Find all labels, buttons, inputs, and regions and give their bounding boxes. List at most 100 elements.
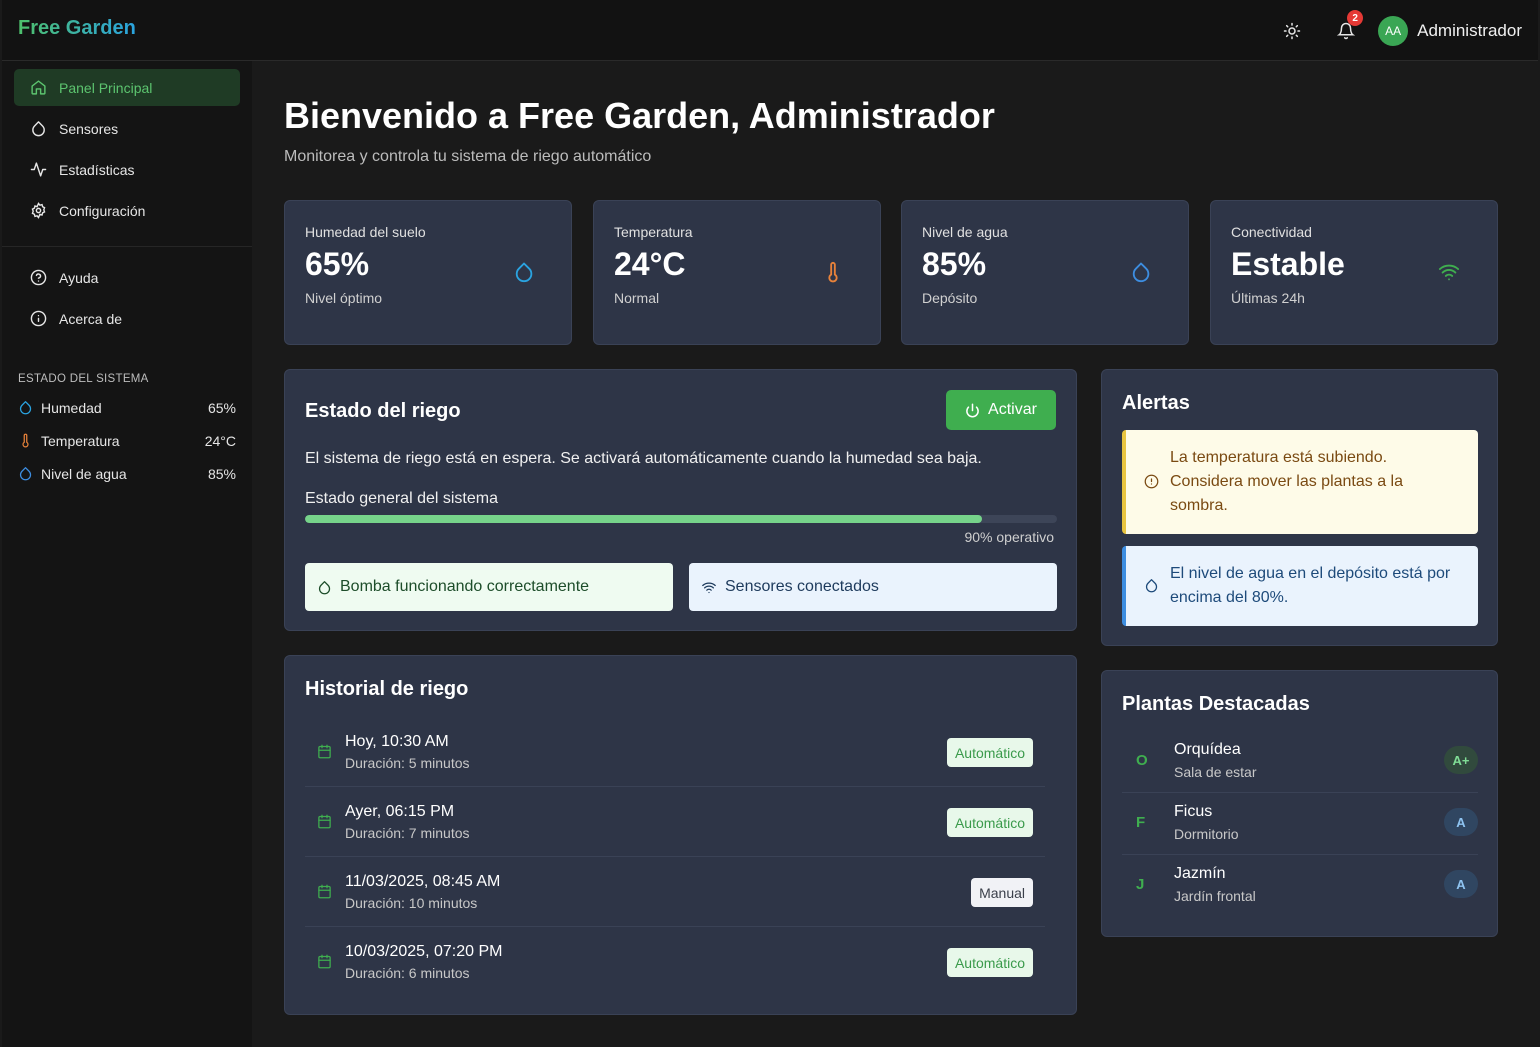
droplet-icon bbox=[318, 580, 331, 594]
sidebar-item-label: Ayuda bbox=[59, 269, 99, 286]
sidebar-item-label: Panel Principal bbox=[59, 79, 153, 96]
sidebar-item-label: Acerca de bbox=[59, 310, 123, 327]
history-date: Ayer, 06:15 PM bbox=[345, 803, 455, 820]
alerts-panel: Alertas La temperatura está subiendo. Co… bbox=[1101, 369, 1498, 646]
calendar-icon bbox=[318, 814, 331, 829]
mode-badge: Automático bbox=[946, 738, 1033, 767]
irrigation-history-panel: Historial de riego Hoy, 10:30 AM Duració… bbox=[284, 655, 1077, 1015]
droplet-icon bbox=[32, 121, 45, 137]
list-item[interactable]: O Orquídea Sala de estar A+ bbox=[1122, 731, 1478, 793]
history-date: Hoy, 10:30 AM bbox=[345, 733, 449, 750]
plant-name: Ficus bbox=[1174, 803, 1213, 820]
thermometer-icon bbox=[828, 261, 838, 283]
sidebar-nav: Panel Principal Sensores Estadísticas Co… bbox=[2, 61, 252, 241]
calendar-icon bbox=[318, 744, 331, 759]
brand-logo[interactable]: Free Garden bbox=[18, 17, 136, 40]
droplet-icon bbox=[515, 262, 533, 283]
sensors-status: Sensores conectados bbox=[689, 563, 1057, 611]
stat-label: Temperatura bbox=[614, 224, 693, 240]
gear-icon bbox=[31, 202, 46, 219]
mode-badge: Automático bbox=[946, 948, 1033, 977]
list-item[interactable]: J Jazmín Jardín frontal A bbox=[1122, 855, 1478, 917]
list-item[interactable]: F Ficus Dormitorio A bbox=[1122, 793, 1478, 855]
top-bar: Free Garden 2 AA Administrador bbox=[2, 0, 1538, 61]
stat-label: Nivel de agua bbox=[922, 224, 1008, 240]
sidebar-item-label: Configuración bbox=[59, 202, 146, 219]
alert-warning: La temperatura está subiendo. Considera … bbox=[1122, 430, 1478, 534]
stat-value: 65% bbox=[305, 246, 370, 282]
sidebar-item-panel-principal[interactable]: Panel Principal bbox=[14, 69, 240, 106]
system-status-label: Temperatura bbox=[41, 432, 120, 449]
page-title: Bienvenido a Free Garden, Administrador bbox=[284, 95, 995, 136]
alert-text: La temperatura está subiendo. Considera … bbox=[1170, 449, 1404, 514]
stat-card-nivel-agua: Nivel de agua 85% Depósito bbox=[901, 200, 1189, 345]
table-row[interactable]: Ayer, 06:15 PM Duración: 7 minutos Autom… bbox=[305, 788, 1045, 857]
stat-sub: Últimas 24h bbox=[1231, 290, 1305, 306]
stat-value: 85% bbox=[922, 246, 987, 282]
plant-grade-badge: A bbox=[1444, 808, 1478, 836]
home-icon bbox=[31, 80, 46, 95]
calendar-icon bbox=[318, 884, 331, 899]
notification-count-badge: 2 bbox=[1347, 10, 1364, 26]
plant-location: Dormitorio bbox=[1174, 826, 1239, 842]
mode-badge: Automático bbox=[946, 808, 1033, 837]
featured-plants-panel: Plantas Destacadas O Orquídea Sala de es… bbox=[1101, 670, 1498, 937]
sidebar-item-configuracion[interactable]: Configuración bbox=[14, 192, 240, 229]
system-status-list: Humedad 65% Temperatura 24°C Nivel de ag… bbox=[2, 391, 252, 490]
wifi-icon bbox=[702, 581, 716, 593]
page-subtitle: Monitorea y controla tu sistema de riego… bbox=[284, 148, 652, 165]
history-duration: Duración: 10 minutos bbox=[345, 895, 478, 911]
sidebar-divider bbox=[2, 246, 252, 247]
sidebar-item-label: Estadísticas bbox=[59, 161, 135, 178]
stat-label: Humedad del suelo bbox=[305, 224, 426, 240]
droplet-icon bbox=[1132, 262, 1150, 283]
table-row[interactable]: 11/03/2025, 08:45 AM Duración: 10 minuto… bbox=[305, 858, 1045, 927]
user-menu[interactable]: AA Administrador bbox=[1378, 16, 1522, 46]
history-date: 11/03/2025, 08:45 AM bbox=[345, 873, 501, 890]
history-duration: Duración: 5 minutos bbox=[345, 755, 470, 771]
plant-location: Jardín frontal bbox=[1174, 888, 1256, 904]
history-duration: Duración: 7 minutos bbox=[345, 825, 470, 841]
progress-label: Estado general del sistema bbox=[305, 490, 498, 507]
pump-status: Bomba funcionando correctamente bbox=[305, 563, 673, 611]
table-row[interactable]: Hoy, 10:30 AM Duración: 5 minutos Automá… bbox=[305, 718, 1045, 787]
system-status-value: 65% bbox=[207, 399, 236, 416]
alert-text: El nivel de agua en el depósito está por… bbox=[1170, 565, 1451, 606]
sidebar-item-ayuda[interactable]: Ayuda bbox=[14, 259, 240, 296]
activate-button[interactable]: Activar bbox=[946, 390, 1056, 430]
plant-location: Sala de estar bbox=[1174, 764, 1257, 780]
stat-card-conectividad: Conectividad Estable Últimas 24h bbox=[1210, 200, 1498, 345]
alert-info: El nivel de agua en el depósito está por… bbox=[1122, 546, 1478, 626]
stat-card-temperatura: Temperatura 24°C Normal bbox=[593, 200, 881, 345]
sidebar-item-estadisticas[interactable]: Estadísticas bbox=[14, 151, 240, 188]
droplet-icon bbox=[1145, 579, 1158, 593]
calendar-icon bbox=[318, 954, 331, 969]
plant-name: Orquídea bbox=[1174, 741, 1241, 758]
sidebar-item-sensores[interactable]: Sensores bbox=[14, 110, 240, 147]
theme-toggle-button[interactable] bbox=[1274, 13, 1310, 49]
stat-card-humedad: Humedad del suelo 65% Nivel óptimo bbox=[284, 200, 572, 345]
pump-status-text: Bomba funcionando correctamente bbox=[340, 578, 590, 595]
sidebar-item-label: Sensores bbox=[59, 120, 119, 137]
activity-icon bbox=[30, 162, 47, 177]
droplet-icon bbox=[19, 401, 32, 415]
notifications-button[interactable]: 2 bbox=[1328, 10, 1364, 49]
progress-bar bbox=[305, 515, 1057, 523]
sidebar-item-acerca-de[interactable]: Acerca de bbox=[14, 300, 240, 337]
help-circle-icon bbox=[30, 269, 47, 286]
plant-initial: F bbox=[1136, 814, 1146, 831]
stat-sub: Depósito bbox=[922, 290, 978, 306]
power-icon bbox=[966, 403, 979, 417]
history-duration: Duración: 6 minutos bbox=[345, 965, 470, 981]
table-row[interactable]: 10/03/2025, 07:20 PM Duración: 6 minutos… bbox=[305, 928, 1045, 997]
sun-icon bbox=[1283, 22, 1301, 40]
panel-title: Plantas Destacadas bbox=[1122, 693, 1310, 715]
panel-title: Historial de riego bbox=[305, 678, 469, 700]
sidebar-secondary-nav: Ayuda Acerca de bbox=[2, 259, 252, 349]
sensors-status-text: Sensores conectados bbox=[725, 578, 879, 595]
info-icon bbox=[30, 310, 47, 327]
panel-title: Alertas bbox=[1122, 392, 1190, 414]
user-name: Administrador bbox=[1417, 21, 1522, 40]
activate-button-label: Activar bbox=[988, 401, 1037, 418]
system-status-temperatura: Temperatura 24°C bbox=[2, 424, 252, 457]
